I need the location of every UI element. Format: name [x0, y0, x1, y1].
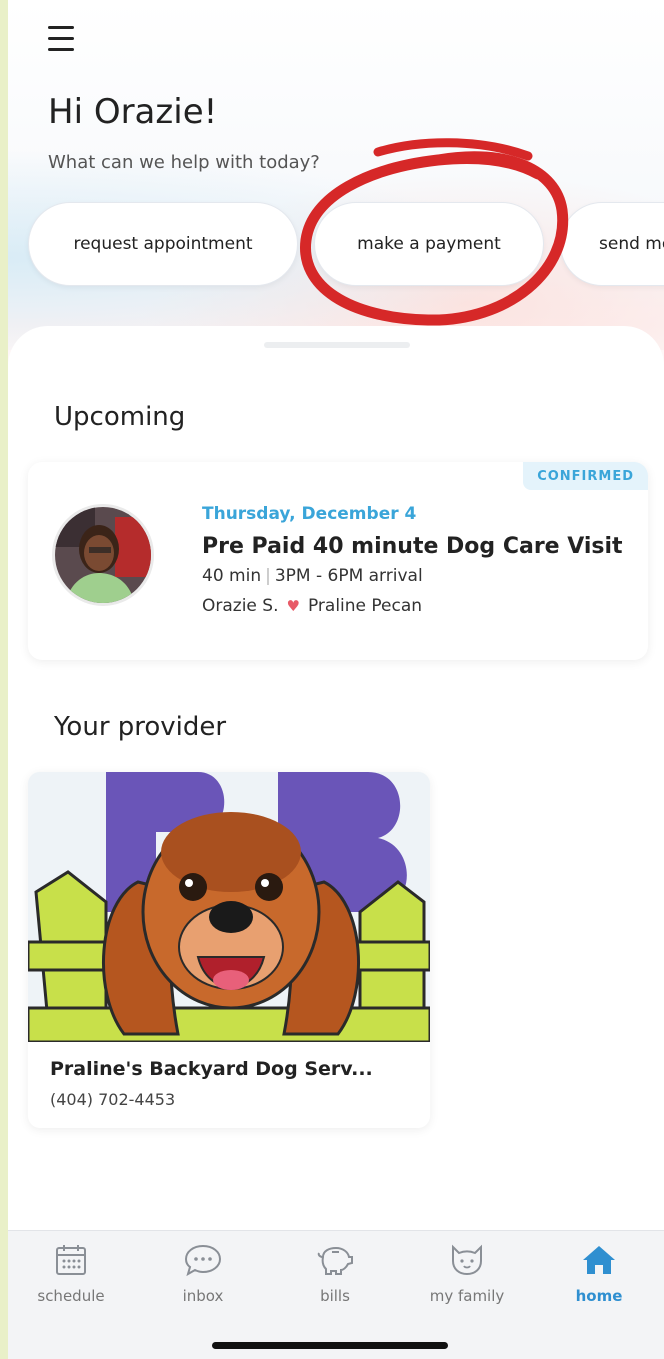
- provider-name: Praline's Backyard Dog Serv...: [50, 1058, 373, 1080]
- send-message-button[interactable]: send me: [560, 202, 664, 286]
- calendar-icon: [56, 1245, 86, 1275]
- app-screen: Hi Orazie! What can we help with today? …: [8, 0, 664, 1359]
- tab-home[interactable]: home: [544, 1243, 654, 1305]
- provider-heading: Your provider: [54, 712, 227, 742]
- tab-label: inbox: [182, 1287, 224, 1305]
- provider-phone[interactable]: (404) 702-4453: [50, 1090, 175, 1109]
- tab-label: home: [575, 1287, 623, 1305]
- greeting: Hi Orazie!: [48, 92, 218, 132]
- quick-actions: request appointment make a payment send …: [28, 202, 664, 288]
- appointment-service: Pre Paid 40 minute Dog Care Visit: [202, 534, 623, 559]
- sheet-drag-handle[interactable]: [264, 342, 410, 348]
- pet-name: Praline Pecan: [307, 596, 423, 616]
- tab-inbox[interactable]: inbox: [148, 1243, 258, 1305]
- tab-label: schedule: [37, 1287, 105, 1305]
- appointment-duration: 40 min: [202, 566, 262, 586]
- greeting-subtitle: What can we help with today?: [48, 152, 320, 173]
- appointment-date: Thursday, December 4: [202, 504, 417, 524]
- bottom-tab-bar: schedule inbox bills my family home: [8, 1230, 664, 1359]
- client-name: Orazie S.: [202, 596, 279, 616]
- make-payment-button[interactable]: make a payment: [314, 202, 544, 286]
- tab-label: bills: [320, 1287, 350, 1305]
- piggy-bank-icon: [317, 1246, 353, 1275]
- provider-card[interactable]: Praline's Backyard Dog Serv... (404) 702…: [28, 772, 430, 1128]
- tab-my-family[interactable]: my family: [412, 1243, 522, 1305]
- appointment-time: 40 min | 3PM - 6PM arrival: [202, 566, 423, 586]
- tab-bills[interactable]: bills: [280, 1243, 390, 1305]
- tab-label: my family: [429, 1287, 505, 1305]
- heart-icon: ♥: [286, 597, 300, 615]
- cat-face-icon: [452, 1244, 482, 1276]
- chat-bubble-icon: [184, 1244, 222, 1277]
- hamburger-menu-icon[interactable]: [48, 26, 80, 56]
- upcoming-heading: Upcoming: [54, 402, 186, 432]
- appointment-arrival: 3PM - 6PM arrival: [274, 566, 423, 586]
- home-indicator[interactable]: [212, 1342, 448, 1349]
- request-appointment-button[interactable]: request appointment: [28, 202, 298, 286]
- house-icon: [583, 1246, 615, 1274]
- appointment-card[interactable]: CONFIRMED Thursday, December 4 Pre Paid …: [28, 462, 648, 660]
- appointment-participants: Orazie S. ♥ Praline Pecan: [202, 596, 422, 616]
- status-badge: CONFIRMED: [523, 462, 648, 490]
- provider-logo: [28, 772, 430, 1044]
- divider: |: [265, 566, 271, 586]
- tab-schedule[interactable]: schedule: [16, 1243, 126, 1305]
- avatar: [52, 504, 154, 606]
